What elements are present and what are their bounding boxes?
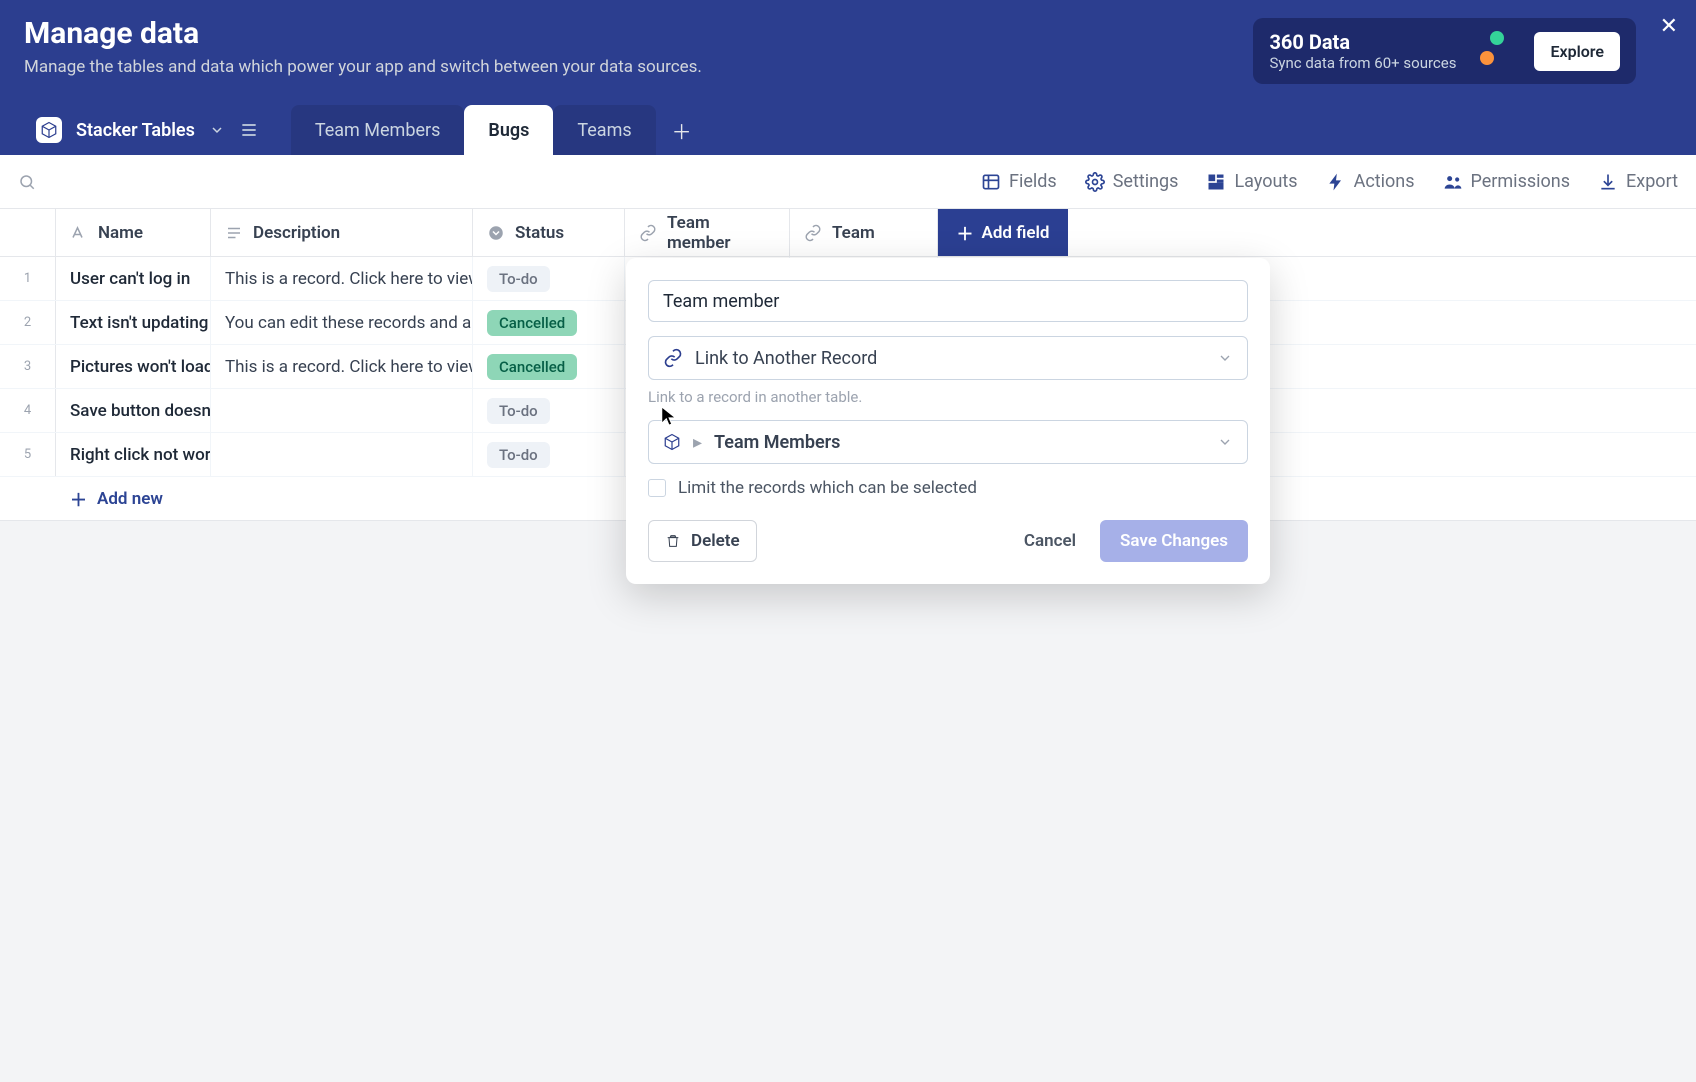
tab-team-members[interactable]: Team Members <box>291 105 465 155</box>
delete-button[interactable]: Delete <box>648 520 757 562</box>
plus-icon: ＋ <box>957 220 974 245</box>
link-icon <box>663 348 683 368</box>
field-name-input[interactable] <box>648 280 1248 322</box>
toolbar-settings[interactable]: Settings <box>1085 171 1179 192</box>
limit-records-option[interactable]: Limit the records which can be selected <box>648 478 1248 498</box>
promo-decoration <box>1480 31 1510 71</box>
checkbox[interactable] <box>648 479 666 497</box>
toolbar-export[interactable]: Export <box>1598 171 1678 192</box>
trash-icon <box>665 533 681 549</box>
add-table-button[interactable]: ＋ <box>656 105 708 155</box>
linked-table-select[interactable]: ▸ Team Members <box>648 420 1248 464</box>
cancel-button[interactable]: Cancel <box>1008 520 1092 562</box>
text-icon <box>70 224 88 242</box>
column-header-row: Name Description Status Team member Team… <box>0 209 1696 257</box>
lightning-icon <box>1326 172 1346 192</box>
download-icon <box>1598 172 1618 192</box>
toolbar-actions[interactable]: Actions <box>1326 171 1415 192</box>
grid-icon <box>981 172 1001 192</box>
column-team[interactable]: Team <box>790 209 938 256</box>
rownum-header <box>0 209 56 256</box>
layouts-icon <box>1206 172 1226 192</box>
chevron-down-icon <box>1217 434 1233 450</box>
datasource-switcher[interactable]: Stacker Tables <box>20 105 275 155</box>
chevron-right-icon: ▸ <box>693 432 702 453</box>
table-toolbar: Fields Settings Layouts Actions Permissi… <box>0 155 1696 209</box>
toolbar-permissions[interactable]: Permissions <box>1443 171 1571 192</box>
stacker-icon <box>663 433 681 451</box>
field-type-select[interactable]: Link to Another Record <box>648 336 1248 380</box>
gear-icon <box>1085 172 1105 192</box>
search-icon[interactable] <box>18 173 36 191</box>
tab-bugs[interactable]: Bugs <box>464 105 553 155</box>
datasource-name: Stacker Tables <box>76 120 195 141</box>
menu-icon[interactable] <box>239 120 259 140</box>
toolbar-fields[interactable]: Fields <box>981 171 1057 192</box>
link-icon <box>639 224 657 242</box>
page-header: Manage data Manage the tables and data w… <box>0 0 1696 155</box>
promo-title: 360 Data <box>1269 30 1456 54</box>
column-name[interactable]: Name <box>56 209 211 256</box>
tab-strip: Stacker Tables Team Members Bugs Teams ＋ <box>0 105 1696 155</box>
toolbar-layouts[interactable]: Layouts <box>1206 171 1297 192</box>
column-description[interactable]: Description <box>211 209 473 256</box>
link-icon <box>804 224 822 242</box>
promo-banner: 360 Data Sync data from 60+ sources Expl… <box>1253 18 1636 84</box>
stacker-icon <box>36 117 62 143</box>
close-icon[interactable]: ✕ <box>1660 14 1678 39</box>
column-status[interactable]: Status <box>473 209 625 256</box>
add-field-popover: Link to Another Record Link to a record … <box>626 258 1270 584</box>
column-team-member[interactable]: Team member <box>625 209 790 256</box>
explore-button[interactable]: Explore <box>1534 32 1620 71</box>
add-field-button[interactable]: ＋ Add field <box>938 209 1068 256</box>
save-changes-button[interactable]: Save Changes <box>1100 520 1248 562</box>
plus-icon: ＋ <box>70 486 87 511</box>
people-icon <box>1443 172 1463 192</box>
promo-subtitle: Sync data from 60+ sources <box>1269 54 1456 72</box>
chevron-down-icon[interactable] <box>209 122 225 138</box>
chevron-down-icon <box>1217 350 1233 366</box>
tab-teams[interactable]: Teams <box>553 105 655 155</box>
select-icon <box>487 224 505 242</box>
longtext-icon <box>225 224 243 242</box>
field-type-help: Link to a record in another table. <box>648 388 1248 406</box>
